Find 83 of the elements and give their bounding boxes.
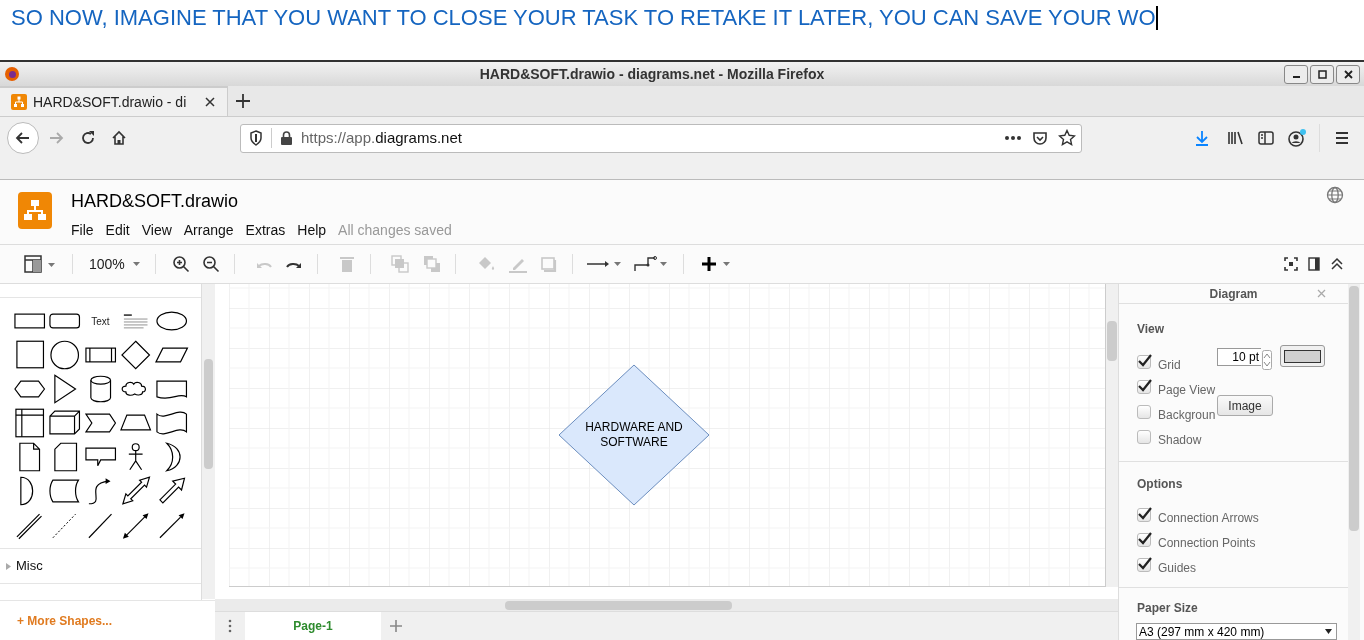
checkbox-label: Connection Points bbox=[1158, 534, 1256, 552]
file-title[interactable]: HARD&SOFT.drawio bbox=[71, 190, 452, 212]
address-field[interactable]: https://app.diagrams.net bbox=[240, 123, 1082, 153]
section-header[interactable]: Misc bbox=[0, 548, 201, 584]
layout-icon[interactable] bbox=[24, 255, 58, 273]
minimize-button[interactable] bbox=[1284, 64, 1308, 84]
checkbox[interactable] bbox=[1137, 507, 1151, 522]
add-page-icon[interactable] bbox=[390, 620, 402, 632]
zoom-in-icon[interactable] bbox=[171, 255, 190, 273]
checkbox-label: Grid bbox=[1158, 356, 1181, 374]
image-button[interactable]: Image bbox=[1217, 395, 1273, 416]
menu-item[interactable]: Extras bbox=[239, 220, 292, 241]
maximize-button[interactable] bbox=[1310, 64, 1334, 84]
waypoint-icon[interactable] bbox=[632, 255, 669, 273]
zoom-dropdown[interactable]: 100% bbox=[89, 253, 141, 275]
scrollbar-thumb[interactable] bbox=[505, 601, 732, 610]
checkbox[interactable] bbox=[1137, 532, 1151, 547]
menu-item[interactable]: Help bbox=[291, 220, 333, 241]
diagram-page[interactable]: HARDWARE AND SOFTWARE bbox=[229, 284, 1106, 587]
checkbox-label: Guides bbox=[1158, 559, 1197, 577]
close-button[interactable] bbox=[1336, 64, 1360, 84]
caret-icon bbox=[132, 261, 141, 267]
menu-item[interactable]: Arrange bbox=[177, 220, 240, 241]
menu-item[interactable]: Edit bbox=[99, 220, 136, 241]
checkbox-label: Connection Arrows bbox=[1158, 509, 1259, 527]
caret-icon bbox=[1325, 629, 1332, 634]
download-icon[interactable] bbox=[1193, 129, 1211, 147]
caption-text: SO NOW, IMAGINE THAT YOU WANT TO CLOSE YOUR TASK TO RETAKE IT LATER, YOU CAN SAVE YOUR WO bbox=[11, 5, 1156, 31]
menu-item[interactable]: View bbox=[135, 220, 178, 241]
checkbox[interactable] bbox=[1137, 404, 1151, 419]
text-cursor bbox=[1155, 6, 1158, 30]
checkbox[interactable] bbox=[1137, 557, 1151, 572]
spinner-icon[interactable] bbox=[1262, 350, 1272, 370]
lock-icon[interactable] bbox=[280, 130, 293, 146]
scrollbar-thumb[interactable] bbox=[1349, 286, 1359, 531]
grid-color-button[interactable] bbox=[1280, 345, 1325, 367]
app-logo-icon[interactable] bbox=[18, 192, 52, 229]
more-options-icon[interactable] bbox=[228, 619, 232, 633]
fullscreen-icon[interactable] bbox=[1284, 257, 1298, 271]
browser-tab[interactable]: HARD&SOFT.drawio - di bbox=[0, 86, 228, 116]
checkbox[interactable] bbox=[1137, 354, 1151, 369]
plus-icon[interactable] bbox=[701, 256, 732, 272]
text-shape[interactable]: Text bbox=[91, 313, 110, 329]
back-button[interactable] bbox=[7, 122, 39, 154]
collapse-icon[interactable] bbox=[1330, 257, 1344, 271]
section-heading: Options bbox=[1137, 476, 1184, 493]
panel-title: Diagram bbox=[1209, 285, 1258, 303]
arrow-icon[interactable] bbox=[586, 258, 621, 270]
reload-icon[interactable] bbox=[79, 129, 97, 147]
paper-size-select[interactable]: A3 (297 mm x 420 mm) bbox=[1136, 623, 1337, 640]
account-icon[interactable] bbox=[1287, 128, 1307, 148]
section-heading: View bbox=[1137, 321, 1166, 338]
checkbox-label: Page View bbox=[1158, 381, 1216, 399]
shield-icon[interactable] bbox=[249, 130, 263, 146]
shape-label[interactable]: HARDWARE AND SOFTWARE bbox=[579, 420, 689, 450]
grid-size-field[interactable]: 10 pt bbox=[1217, 348, 1261, 366]
diamond-shape[interactable] bbox=[558, 364, 710, 506]
scrollbar-thumb[interactable] bbox=[1107, 321, 1117, 361]
page-tab[interactable]: Page-1 bbox=[245, 612, 381, 640]
home-icon[interactable] bbox=[110, 129, 128, 147]
save-status: All changes saved bbox=[338, 221, 452, 240]
library-icon[interactable] bbox=[1226, 129, 1244, 147]
close-icon[interactable] bbox=[204, 96, 216, 108]
scrollbar-thumb[interactable] bbox=[204, 359, 213, 469]
menu-item[interactable]: File bbox=[65, 220, 100, 241]
more-icon[interactable] bbox=[1004, 135, 1022, 141]
globe-icon[interactable] bbox=[1326, 186, 1344, 204]
menu-icon[interactable] bbox=[1333, 129, 1351, 147]
checkbox[interactable] bbox=[1137, 429, 1151, 444]
checkbox[interactable] bbox=[1137, 379, 1151, 394]
checkbox-label: Backgroun bbox=[1158, 406, 1216, 424]
zoom-out-icon[interactable] bbox=[201, 255, 220, 273]
minimize-icon bbox=[1292, 76, 1300, 78]
format-panel-icon[interactable] bbox=[1308, 257, 1320, 271]
checkbox-label: Shadow bbox=[1158, 431, 1202, 449]
window-title: HARD&SOFT.drawio - diagrams.net - Mozilla Firefox bbox=[478, 64, 826, 84]
sidebar-icon[interactable] bbox=[1257, 129, 1275, 147]
new-tab-icon[interactable] bbox=[235, 93, 251, 109]
section-heading: Paper Size bbox=[1137, 600, 1199, 617]
pocket-icon[interactable] bbox=[1032, 130, 1048, 146]
firefox-icon bbox=[4, 66, 20, 82]
star-icon[interactable] bbox=[1058, 129, 1076, 147]
app-logo-icon bbox=[11, 94, 27, 110]
